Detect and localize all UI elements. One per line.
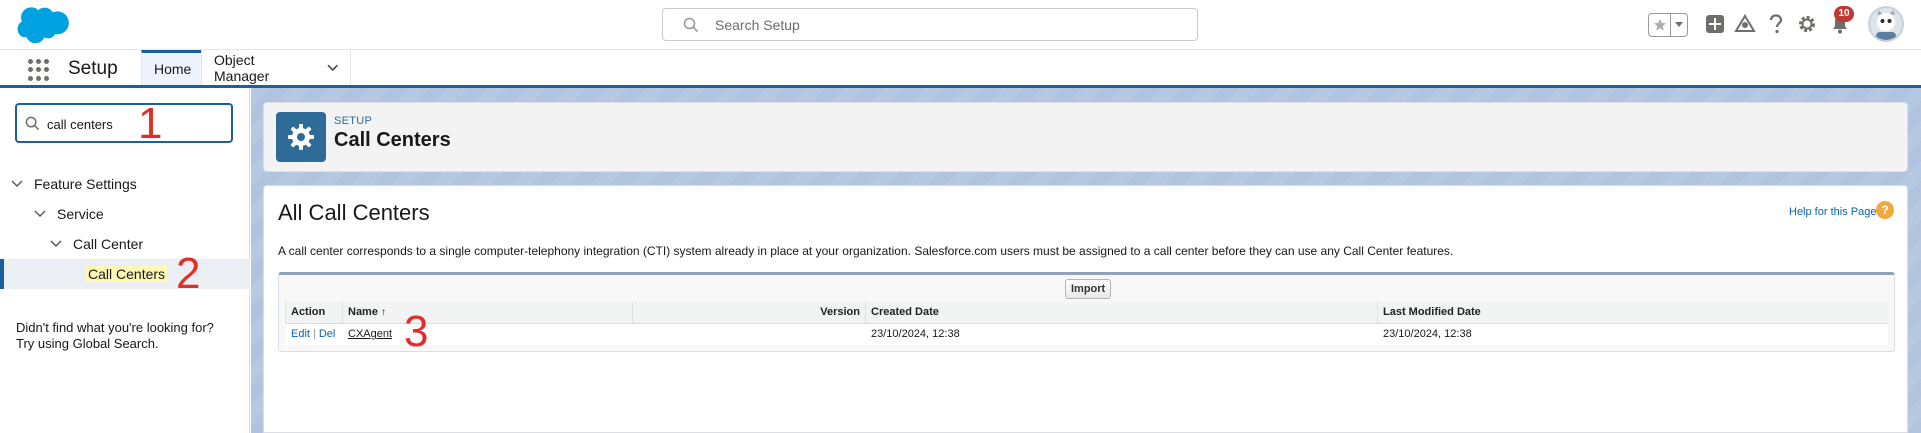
setup-gear-icon — [276, 112, 326, 162]
tree-item-label: Service — [57, 206, 104, 222]
trailhead-icon[interactable] — [1733, 12, 1757, 36]
search-icon — [683, 17, 699, 33]
help-for-page-link[interactable]: Help for this Page — [1789, 206, 1876, 218]
context-nav: Setup Home Object Manager — [0, 50, 1921, 88]
call-centers-list: Import Action Name ↑ Version Created Dat… — [278, 272, 1895, 352]
tree-item-feature-settings[interactable]: Feature Settings — [0, 169, 250, 199]
hint-line: Didn't find what you're looking for? — [16, 320, 214, 335]
content-card: All Call Centers Help for this Page ? A … — [263, 185, 1908, 433]
separator: | — [312, 328, 316, 341]
call-center-name-link[interactable]: CXAgent — [348, 328, 392, 340]
search-icon — [25, 116, 40, 131]
created-date-cell: 23/10/2024, 12:38 — [871, 328, 960, 341]
annotation-number: 3 — [404, 307, 429, 356]
hint-line: Try using Global Search. — [16, 336, 159, 351]
last-modified-date-cell: 23/10/2024, 12:38 — [1383, 328, 1472, 341]
salesforce-logo[interactable] — [16, 5, 74, 45]
column-header-name[interactable]: Name ↑ — [342, 302, 633, 324]
name-cell: CXAgent — [343, 323, 633, 345]
list-title: All Call Centers — [278, 200, 430, 225]
quick-find-input[interactable] — [47, 114, 147, 134]
avatar[interactable] — [1868, 6, 1904, 42]
chevron-down-icon[interactable] — [10, 177, 24, 191]
import-button[interactable]: Import — [1065, 279, 1112, 299]
tree-item-call-centers[interactable]: Call Centers — [0, 259, 250, 289]
global-actions-plus-icon[interactable] — [1703, 12, 1727, 36]
version-cell — [633, 323, 866, 345]
chevron-down-icon[interactable] — [33, 207, 47, 221]
chevron-down-icon[interactable] — [1671, 14, 1687, 36]
page-title: Call Centers — [334, 129, 451, 151]
annotation-number: 1 — [138, 99, 163, 148]
gear-icon[interactable] — [1795, 12, 1819, 36]
help-question-icon[interactable] — [1764, 12, 1788, 36]
table-header-row: Action Name ↑ Version Created Date Last … — [285, 302, 1888, 324]
edit-link[interactable]: Edit — [291, 328, 310, 340]
quick-find-box[interactable] — [15, 103, 233, 143]
favorites-group[interactable] — [1648, 13, 1688, 37]
column-header-last-modified-date: Last Modified Date — [1377, 302, 1888, 324]
annotation-number: 2 — [176, 249, 201, 298]
table-row: Edit | Del CXAgent 23/10/2024, 12:38 23/10… — [286, 323, 1889, 345]
global-search-hint: Didn't find what you're looking for? Try… — [16, 320, 246, 352]
breadcrumb: SETUP — [334, 115, 373, 127]
page-description: A call center corresponds to a single co… — [278, 244, 1454, 258]
tree-item-label: Feature Settings — [34, 176, 137, 192]
tree-item-label: Call Centers — [86, 266, 168, 282]
sort-ascending-icon: ↑ — [381, 307, 387, 319]
chevron-down-icon[interactable] — [327, 64, 338, 72]
delete-link[interactable]: Del — [319, 328, 336, 340]
column-header-created-date: Created Date — [865, 302, 1378, 324]
help-question-icon[interactable]: ? — [1876, 201, 1894, 219]
global-search[interactable] — [662, 8, 1198, 41]
notification-badge: 10 — [1834, 6, 1854, 22]
tab-object-manager-label: Object Manager — [214, 51, 270, 84]
chevron-down-icon[interactable] — [49, 237, 63, 251]
call-centers-table: Action Name ↑ Version Created Date Last … — [285, 302, 1888, 345]
page-header: SETUP Call Centers — [263, 102, 1908, 172]
tab-object-manager[interactable]: Object Manager — [201, 50, 351, 85]
tree-item-label: Call Center — [73, 236, 144, 252]
app-launcher-icon[interactable] — [28, 59, 50, 81]
setup-sidebar: 1 Feature Settings Service Call Center C… — [0, 88, 250, 433]
star-icon[interactable] — [1649, 14, 1671, 36]
column-header-version: Version — [632, 302, 866, 324]
tree-item-service[interactable]: Service — [0, 199, 250, 229]
tab-home-label: Home — [154, 61, 192, 77]
app-name: Setup — [68, 58, 118, 79]
tree-item-call-center[interactable]: Call Center — [0, 229, 250, 259]
global-search-input[interactable] — [715, 13, 1185, 37]
global-header: 10 — [0, 0, 1921, 50]
column-header-action: Action — [285, 302, 343, 324]
tab-home[interactable]: Home — [141, 50, 201, 85]
column-header-label: Name — [348, 306, 378, 319]
action-cell: Edit | Del — [286, 323, 343, 345]
